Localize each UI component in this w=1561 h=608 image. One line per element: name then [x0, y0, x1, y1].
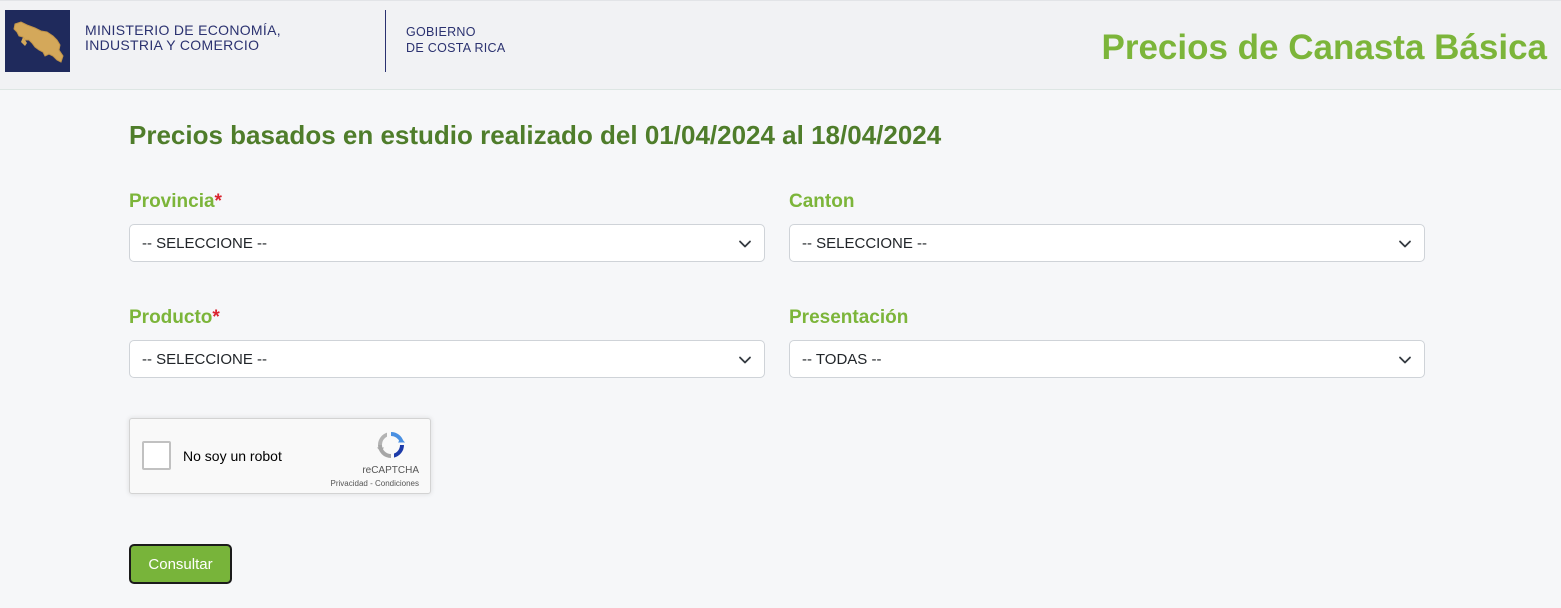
ministry-logo: [5, 10, 70, 72]
ministry-line-1: MINISTERIO DE ECONOMÍA,: [85, 22, 281, 38]
recaptcha-checkbox[interactable]: [142, 441, 171, 470]
canton-label: Canton: [789, 191, 854, 213]
provincia-select[interactable]: -- SELECCIONE --: [129, 224, 765, 262]
presentacion-selected-value: -- TODAS --: [802, 351, 882, 368]
government-name: GOBIERNO DE COSTA RICA: [406, 24, 506, 56]
recaptcha-logo-icon: [377, 432, 405, 458]
ministry-line-2: INDUSTRIA Y COMERCIO: [85, 37, 260, 53]
provincia-selected-value: -- SELECCIONE --: [142, 235, 268, 252]
producto-select[interactable]: -- SELECCIONE --: [129, 340, 765, 378]
header-divider: [385, 10, 386, 72]
chevron-down-icon: [1399, 356, 1411, 364]
required-marker: *: [212, 307, 220, 328]
study-period-heading: Precios basados en estudio realizado del…: [129, 120, 942, 150]
canton-label-text: Canton: [789, 191, 855, 212]
provincia-label-text: Provincia: [129, 191, 215, 212]
canton-select[interactable]: -- SELECCIONE --: [789, 224, 1425, 262]
recaptcha-privacy-terms-links[interactable]: Privacidad - Condiciones: [331, 479, 420, 488]
presentacion-label: Presentación: [789, 307, 908, 329]
costa-rica-map-icon: [13, 21, 64, 63]
gov-line-2: DE COSTA RICA: [406, 41, 506, 55]
producto-selected-value: -- SELECCIONE --: [142, 351, 268, 368]
site-header: MINISTERIO DE ECONOMÍA, INDUSTRIA Y COME…: [0, 0, 1561, 90]
presentacion-select[interactable]: -- TODAS --: [789, 340, 1425, 378]
chevron-down-icon: [739, 240, 751, 248]
producto-label: Producto*: [129, 307, 220, 329]
consultar-button[interactable]: Consultar: [129, 544, 232, 584]
producto-label-text: Producto: [129, 307, 213, 328]
provincia-label: Provincia*: [129, 191, 222, 213]
app-title: Precios de Canasta Básica: [1101, 28, 1547, 67]
chevron-down-icon: [1399, 240, 1411, 248]
canton-selected-value: -- SELECCIONE --: [802, 235, 928, 252]
gov-line-1: GOBIERNO: [406, 25, 476, 39]
recaptcha-brand: reCAPTCHA: [362, 465, 419, 476]
required-marker: *: [214, 191, 222, 212]
ministry-name: MINISTERIO DE ECONOMÍA, INDUSTRIA Y COME…: [85, 23, 281, 53]
chevron-down-icon: [739, 356, 751, 364]
recaptcha-widget: No soy un robot reCAPTCHA Privacidad - C…: [129, 418, 431, 494]
recaptcha-label: No soy un robot: [183, 448, 282, 464]
presentacion-label-text: Presentación: [789, 307, 909, 328]
